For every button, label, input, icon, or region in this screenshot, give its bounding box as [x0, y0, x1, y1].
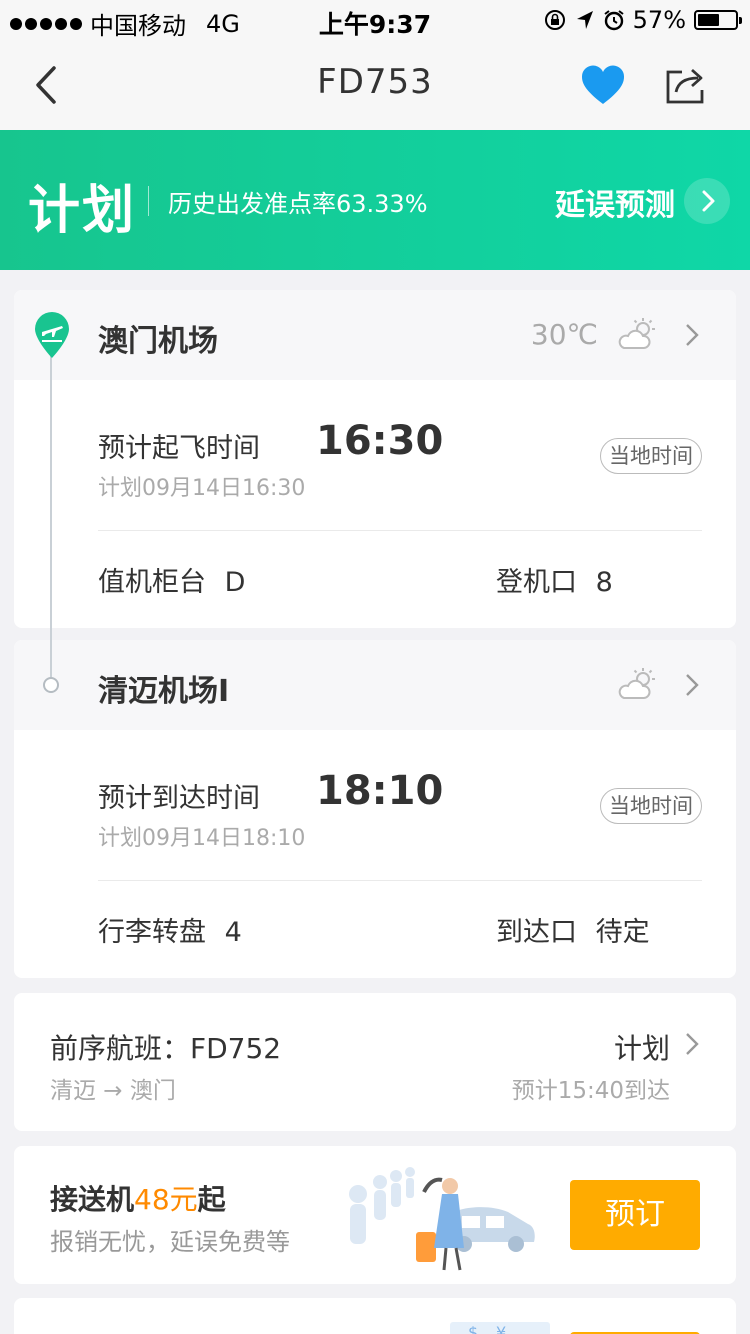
departure-plane-pin-icon	[35, 312, 69, 358]
nav-bar: FD753	[0, 40, 750, 130]
divider	[98, 880, 702, 881]
previous-flight-route: 清迈 → 澳门	[50, 1078, 176, 1104]
route-timeline	[50, 352, 52, 680]
divider	[98, 530, 702, 531]
departure-airport-row[interactable]: 澳门机场 30℃	[14, 290, 736, 380]
location-arrow-icon	[576, 11, 593, 29]
local-time-badge: 当地时间	[600, 438, 702, 474]
battery-icon	[694, 10, 742, 30]
status-bar: 中国移动 4G 上午9:37 57%	[0, 0, 750, 40]
baggage-carousel-value: 4	[224, 917, 242, 948]
partly-cloudy-icon	[618, 668, 655, 699]
departure-card: 澳门机场 30℃ 预计起飞时间 16:30 计划09月14日16:30 当地时间…	[14, 290, 736, 628]
baggage-carousel-label: 行李转盘	[98, 917, 206, 948]
status-right: 57%	[543, 6, 742, 34]
battery-percent: 57%	[632, 6, 686, 34]
baggage-carousel: 行李转盘 4	[98, 910, 242, 949]
page-title: FD753	[317, 62, 433, 102]
ontime-rate: 历史出发准点率63.33%	[168, 190, 428, 218]
arrival-label: 预计到达时间	[98, 783, 260, 814]
arrival-airport: 清迈机场I	[98, 674, 230, 709]
arrival-dot	[43, 677, 59, 693]
promo-title: 接送机48元起	[50, 1178, 226, 1218]
arrival-exit: 到达口 待定	[496, 910, 650, 949]
departure-planned: 计划09月14日16:30	[98, 476, 306, 501]
boarding-gate-label: 登机口	[496, 567, 577, 598]
flight-status: 计划	[28, 181, 137, 241]
next-card-partial: $ ¥	[14, 1298, 736, 1334]
departure-time: 16:30	[316, 418, 444, 464]
chevron-right-icon	[686, 674, 699, 696]
promo-subtitle: 报销无忧，延误免费等	[50, 1228, 290, 1256]
rotation-lock-icon	[544, 10, 565, 30]
checkin-counter-value: D	[224, 567, 246, 598]
chevron-right-icon	[686, 1033, 699, 1055]
promo-title-suffix: 起	[197, 1183, 226, 1216]
arrival-time: 18:10	[316, 768, 444, 814]
promo-price: 48元	[134, 1183, 198, 1216]
banner-divider	[148, 186, 149, 216]
svg-text:¥: ¥	[496, 1323, 506, 1334]
heart-icon[interactable]	[580, 64, 626, 106]
svg-text:$: $	[468, 1323, 478, 1334]
chevron-right-icon	[686, 324, 699, 346]
delay-predict-button[interactable]	[684, 178, 730, 224]
alarm-icon	[604, 10, 624, 31]
share-icon[interactable]	[664, 64, 708, 106]
book-button[interactable]: 预订	[570, 1180, 700, 1250]
previous-flight-title: 前序航班：FD752	[50, 1032, 282, 1065]
departure-label: 预计起飞时间	[98, 433, 260, 464]
arrival-exit-value: 待定	[595, 917, 650, 948]
departure-airport: 澳门机场	[98, 324, 218, 359]
arrival-card: 清迈机场I 预计到达时间 18:10 计划09月14日18:10 当地时间 行李…	[14, 640, 736, 978]
chevron-right-icon	[702, 190, 715, 212]
local-time-badge: 当地时间	[600, 788, 702, 824]
currency-illustration: $ ¥	[450, 1322, 550, 1334]
departure-temperature: 30℃	[530, 318, 598, 351]
transfer-promo-card: 接送机48元起 报销无忧，延误免费等 预订	[14, 1146, 736, 1284]
promo-title-prefix: 接送机	[50, 1183, 135, 1216]
arrival-exit-label: 到达口	[496, 917, 577, 948]
previous-flight-eta: 预计15:40到达	[511, 1078, 670, 1104]
checkin-counter: 值机柜台 D	[98, 560, 245, 599]
flight-status-banner: 计划 历史出发准点率63.33% 延误预测	[0, 130, 750, 270]
previous-flight-card[interactable]: 前序航班：FD752 清迈 → 澳门 计划 预计15:40到达	[14, 993, 736, 1131]
arrival-airport-row[interactable]: 清迈机场I	[14, 640, 736, 730]
traveler-car-illustration	[349, 1167, 535, 1271]
arrival-planned: 计划09月14日18:10	[98, 826, 306, 851]
boarding-gate-value: 8	[595, 567, 613, 598]
partly-cloudy-icon	[618, 318, 655, 349]
checkin-counter-label: 值机柜台	[98, 567, 206, 598]
boarding-gate: 登机口 8	[496, 560, 613, 599]
previous-flight-status: 计划	[613, 1032, 670, 1065]
delay-predict-link[interactable]: 延误预测	[555, 180, 675, 224]
